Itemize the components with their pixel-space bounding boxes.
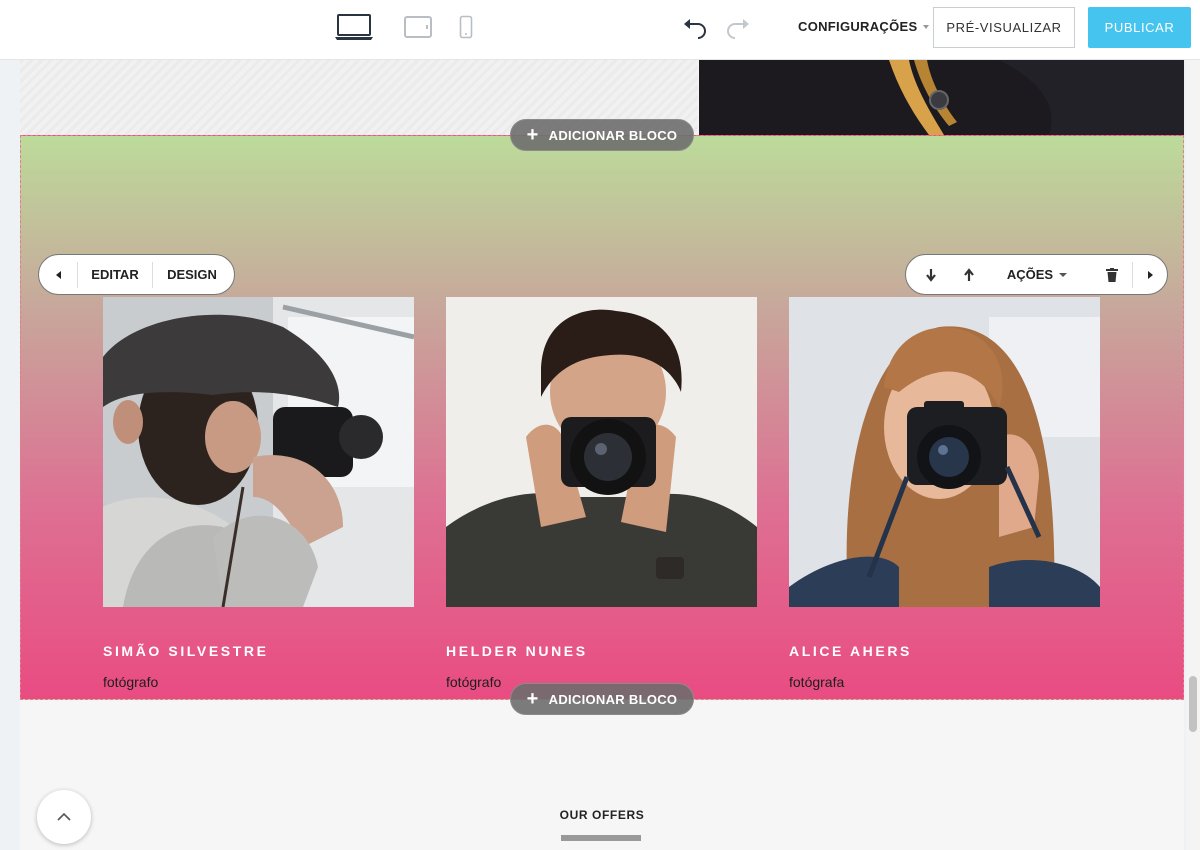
settings-label: CONFIGURAÇÕES <box>798 19 918 34</box>
chevron-down-icon <box>923 24 930 29</box>
redo-icon[interactable] <box>724 15 752 41</box>
member-photo <box>103 297 414 607</box>
scrollbar-thumb[interactable] <box>1189 676 1197 732</box>
design-button[interactable]: DESIGN <box>153 255 231 294</box>
plus-icon: + <box>526 124 539 146</box>
member-name: HELDER NUNES <box>446 643 588 659</box>
member-name: SIMÃO SILVESTRE <box>103 643 269 659</box>
add-block-bottom-button[interactable]: + ADICIONAR BLOCO <box>510 683 694 715</box>
caret-right-icon <box>1147 270 1153 279</box>
collapse-left-button[interactable] <box>39 255 77 294</box>
delete-block-button[interactable] <box>1092 255 1132 294</box>
scrollbar[interactable] <box>1186 60 1200 850</box>
member-name: ALICE AHERS <box>789 643 912 659</box>
settings-menu[interactable]: CONFIGURAÇÕES <box>798 19 930 34</box>
trash-icon <box>1106 267 1118 282</box>
expand-right-button[interactable] <box>1133 255 1167 294</box>
preview-button[interactable]: PRÉ-VISUALIZAR <box>933 7 1075 48</box>
team-member-card: ALICE AHERS fotógrafa <box>789 297 1100 690</box>
scroll-to-top-button[interactable] <box>37 790 91 844</box>
tablet-icon[interactable] <box>402 12 434 42</box>
undo-icon[interactable] <box>681 15 709 41</box>
title-underline <box>561 835 641 841</box>
actions-label: AÇÕES <box>1006 267 1054 282</box>
move-down-button[interactable] <box>906 255 956 294</box>
caret-left-icon <box>55 270 61 279</box>
team-section[interactable]: EDITAR DESIGN AÇÕES SIMÃO SILVESTRE fotó… <box>20 135 1184 700</box>
chevron-up-icon <box>57 812 71 821</box>
add-block-label: ADICIONAR BLOCO <box>548 691 678 707</box>
editor-toolbar: CONFIGURAÇÕES PRÉ-VISUALIZAR PUBLICAR <box>0 0 1200 60</box>
team-member-card: HELDER NUNES fotógrafo <box>446 297 757 690</box>
block-edit-toolbar: EDITAR DESIGN <box>38 254 235 295</box>
previous-block-photo <box>699 60 1184 135</box>
team-member-card: SIMÃO SILVESTRE fotógrafo <box>103 297 414 690</box>
member-photo <box>789 297 1100 607</box>
member-role: fotógrafa <box>789 674 845 690</box>
move-up-button[interactable] <box>956 255 982 294</box>
mobile-icon[interactable] <box>457 12 475 42</box>
actions-menu[interactable]: AÇÕES <box>982 255 1092 294</box>
page-canvas: EDITAR DESIGN AÇÕES SIMÃO SILVESTRE fotó… <box>20 60 1184 850</box>
arrow-up-icon <box>964 267 974 281</box>
arrow-down-icon <box>926 268 936 282</box>
chevron-down-icon <box>1059 272 1068 277</box>
section-title: OUR OFFERS <box>559 808 645 822</box>
publish-button[interactable]: PUBLICAR <box>1088 7 1191 48</box>
member-photo <box>446 297 757 607</box>
member-role: fotógrafo <box>103 674 159 690</box>
add-block-label: ADICIONAR BLOCO <box>548 127 678 143</box>
plus-icon: + <box>526 688 539 710</box>
add-block-top-button[interactable]: + ADICIONAR BLOCO <box>510 119 694 151</box>
block-actions-toolbar: AÇÕES <box>905 254 1168 295</box>
desktop-icon[interactable] <box>333 12 375 42</box>
edit-button[interactable]: EDITAR <box>78 255 152 294</box>
